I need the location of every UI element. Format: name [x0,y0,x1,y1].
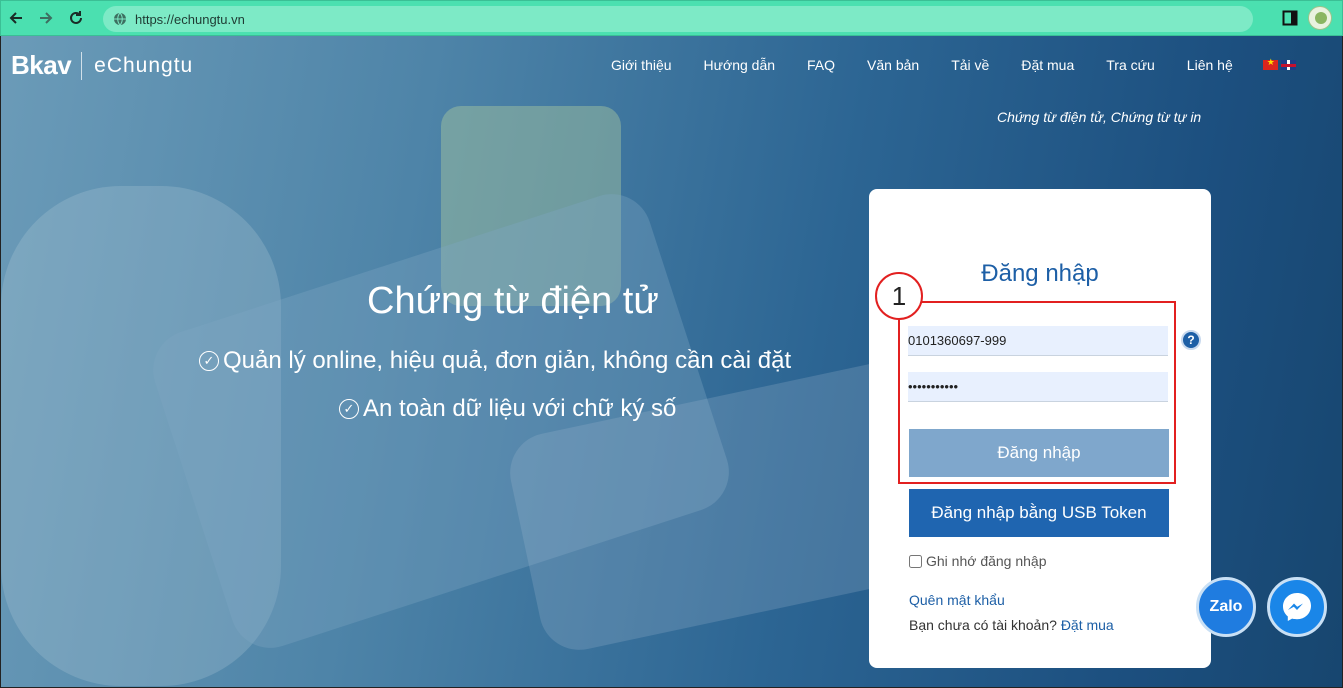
remember-me[interactable]: Ghi nhớ đăng nhập [909,553,1047,569]
site-info-icon[interactable] [113,12,127,26]
menu-item-gioi-thieu[interactable]: Giới thiệu [611,57,672,73]
check-circle-icon: ✓ [339,399,359,419]
login-button[interactable]: Đăng nhập [909,429,1169,477]
username-field[interactable] [908,326,1168,356]
hero-feature-text: Quản lý online, hiệu quả, đơn giản, khôn… [223,347,792,374]
vietnam-flag-icon[interactable] [1262,57,1278,70]
logo-brand: Bkav [11,50,72,80]
menu-item-tra-cuu[interactable]: Tra cứu [1106,57,1155,73]
signup-row: Bạn chưa có tài khoản? Đặt mua [909,617,1114,633]
uk-flag-icon[interactable] [1280,60,1296,70]
back-arrow-icon[interactable] [1,3,31,33]
reload-icon[interactable] [61,3,91,33]
check-circle-icon: ✓ [199,351,219,371]
hero-feature: ✓ Quản lý online, hiệu quả, đơn giản, kh… [199,347,791,375]
menu-item-tai-ve[interactable]: Tải về [951,57,989,73]
menu-item-lien-he[interactable]: Liên hệ [1187,57,1233,73]
main-menu: Giới thiệu Hướng dẫn FAQ Văn bản Tải về … [595,57,1296,73]
forgot-password-link[interactable]: Quên mật khẩu [909,592,1005,608]
site-logo[interactable]: Bkav eChungtu [11,50,193,81]
signup-link[interactable]: Đặt mua [1061,617,1114,633]
step-number-badge: 1 [875,272,923,320]
login-title: Đăng nhập [981,260,1099,287]
logo-divider [81,51,83,80]
logo-product: eChungtu [94,53,194,77]
login-card: Đăng nhập 1 ? Đăng nhập Đăng nhập bằng U… [869,189,1211,668]
url-text: https://echungtu.vn [135,11,245,27]
remember-me-label: Ghi nhớ đăng nhập [926,553,1047,569]
hero-title: Chứng từ điện tử [367,280,659,322]
messenger-icon [1283,593,1311,621]
menu-item-van-ban[interactable]: Văn bản [867,57,919,73]
page-background: Bkav eChungtu Giới thiệu Hướng dẫn FAQ V… [0,36,1343,688]
hero-feature-text: An toàn dữ liệu với chữ ký số [363,395,677,422]
menu-item-faq[interactable]: FAQ [807,57,835,73]
header-tagline: Chứng từ điện tử, Chứng từ tự in [997,109,1202,125]
forward-arrow-icon[interactable] [31,3,61,33]
usb-token-login-button[interactable]: Đăng nhập bằng USB Token [909,489,1169,537]
hero-feature: ✓ An toàn dữ liệu với chữ ký số [339,395,676,423]
menu-item-dat-mua[interactable]: Đặt mua [1021,57,1074,73]
address-bar[interactable]: https://echungtu.vn [103,6,1253,32]
zalo-chat-button[interactable]: Zalo [1196,577,1256,637]
profile-avatar[interactable] [1308,6,1332,30]
signup-prompt: Bạn chưa có tài khoản? [909,617,1057,633]
side-panel-icon[interactable] [1282,10,1298,26]
remember-me-checkbox[interactable] [909,554,922,568]
messenger-chat-button[interactable] [1267,577,1327,637]
zalo-label: Zalo [1209,598,1243,615]
browser-toolbar: https://echungtu.vn [0,0,1343,36]
menu-item-huong-dan[interactable]: Hướng dẫn [704,57,775,73]
password-field[interactable] [908,372,1168,402]
help-icon[interactable]: ? [1181,330,1201,350]
